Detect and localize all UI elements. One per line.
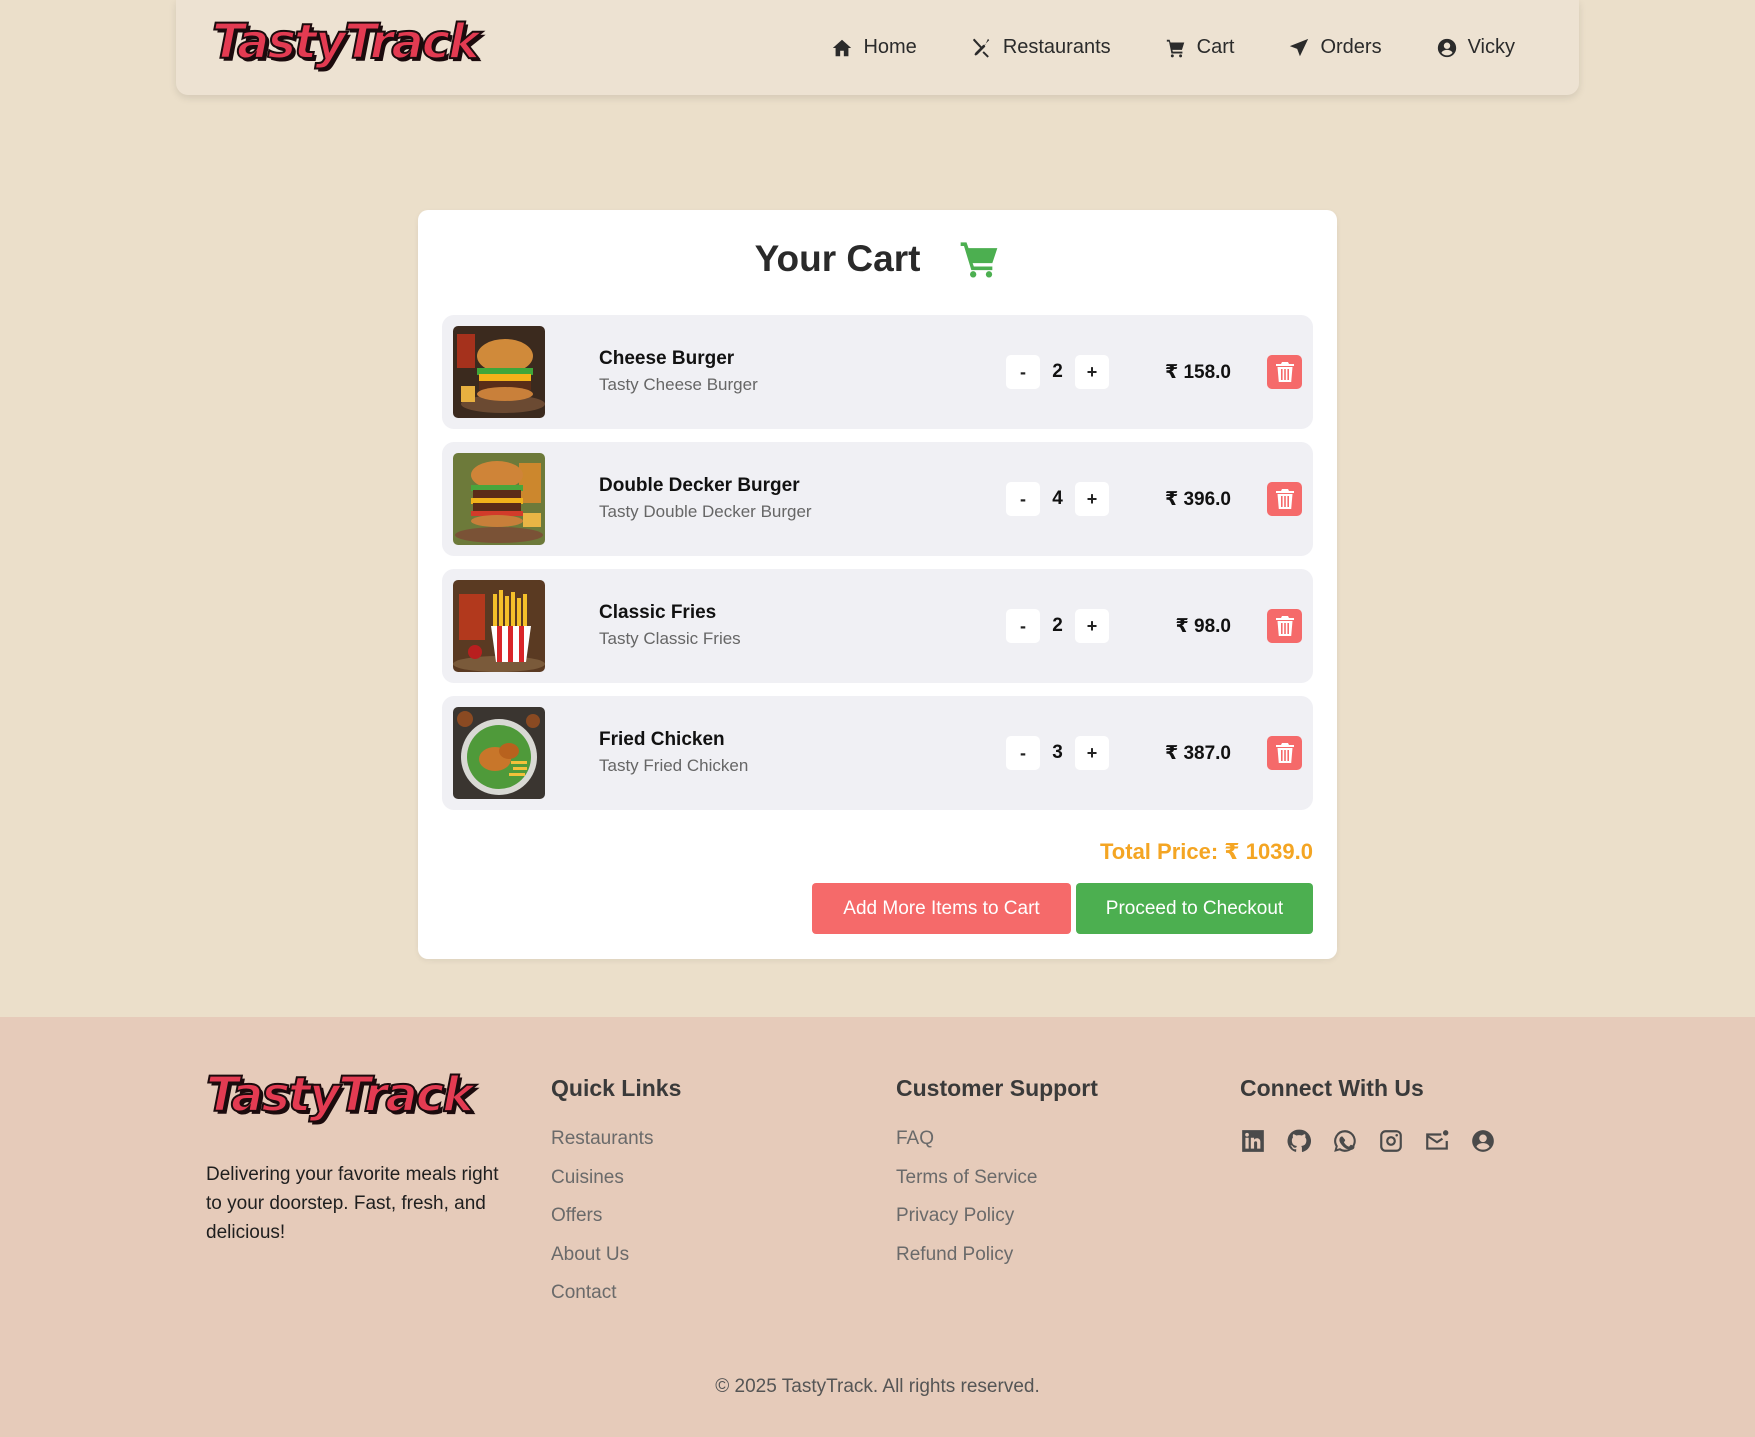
footer-link-terms[interactable]: Terms of Service — [896, 1167, 1098, 1206]
footer-tagline: Delivering your favorite meals right to … — [206, 1164, 499, 1243]
classic-fries-image — [453, 580, 545, 672]
trash-icon — [1275, 743, 1294, 763]
nav-item-profile[interactable]: Vicky — [1436, 36, 1515, 59]
paper-plane-icon — [1290, 38, 1309, 56]
trash-icon — [1275, 489, 1294, 509]
item-price: ₹ 98.0 — [1175, 615, 1231, 637]
decrease-quantity-button[interactable]: - — [1006, 609, 1040, 643]
item-name: Cheese Burger — [599, 348, 735, 369]
footer-link-cuisines[interactable]: Cuisines — [551, 1167, 681, 1206]
footer-link-faq[interactable]: FAQ — [896, 1128, 1098, 1167]
add-more-items-button[interactable]: Add More Items to Cart — [812, 883, 1071, 934]
cart-icon — [1166, 39, 1184, 57]
fried-chicken-image — [453, 707, 545, 799]
footer-link-offers[interactable]: Offers — [551, 1205, 681, 1244]
nav-item-label: Cart — [1196, 36, 1235, 58]
section-heading: Quick Links — [551, 1075, 682, 1101]
nav-item-label: Vicky — [1467, 36, 1515, 58]
delete-item-button[interactable] — [1267, 736, 1302, 770]
nav-item-orders[interactable]: Orders — [1288, 36, 1382, 59]
increase-quantity-button[interactable]: + — [1075, 609, 1109, 643]
quantity-value: 2 — [1052, 361, 1063, 382]
cart-item: Double Decker Burger Tasty Double Decker… — [442, 442, 1313, 556]
increase-quantity-button[interactable]: + — [1075, 355, 1109, 389]
item-price: ₹ 158.0 — [1164, 361, 1231, 383]
user-circle-icon — [1437, 38, 1456, 57]
customer-support-section: Customer Support FAQ Terms of Service Pr… — [896, 1075, 1098, 1282]
footer-link-restaurants[interactable]: Restaurants — [551, 1128, 681, 1167]
item-description: Tasty Cheese Burger — [599, 375, 758, 394]
top-navbar: TastyTrack Home Restaurants Cart Orders … — [176, 0, 1579, 95]
cart-item: Cheese Burger Tasty Cheese Burger - 2 + … — [442, 315, 1313, 429]
increase-quantity-button[interactable]: + — [1075, 736, 1109, 770]
footer-brand-logo[interactable]: TastyTrack — [205, 1066, 475, 1124]
cheese-burger-image — [453, 326, 545, 418]
instagram-icon[interactable] — [1378, 1128, 1404, 1154]
page-title: Your Cart — [754, 238, 921, 279]
whatsapp-icon[interactable] — [1332, 1128, 1358, 1154]
quantity-value: 3 — [1052, 742, 1063, 763]
linkedin-icon[interactable] — [1240, 1128, 1266, 1154]
email-icon[interactable] — [1424, 1128, 1450, 1154]
cart-card: Your Cart Cheese Burger Tasty Cheese Bur… — [418, 210, 1337, 959]
quantity-value: 2 — [1052, 615, 1063, 636]
connect-section: Connect With Us — [1240, 1075, 1496, 1154]
cart-item: Classic Fries Tasty Classic Fries - 2 + … — [442, 569, 1313, 683]
decrease-quantity-button[interactable]: - — [1006, 482, 1040, 516]
item-price: ₹ 387.0 — [1164, 742, 1231, 764]
nav-links: Home Restaurants Cart Orders Vicky — [831, 0, 1515, 95]
nav-item-cart[interactable]: Cart — [1165, 36, 1235, 59]
item-name: Fried Chicken — [599, 729, 725, 750]
proceed-to-checkout-button[interactable]: Proceed to Checkout — [1076, 883, 1313, 934]
delete-item-button[interactable] — [1267, 482, 1302, 516]
footer: TastyTrack Delivering your favorite meal… — [0, 1017, 1755, 1437]
section-heading: Connect With Us — [1240, 1075, 1424, 1101]
delete-item-button[interactable] — [1267, 355, 1302, 389]
decrease-quantity-button[interactable]: - — [1006, 355, 1040, 389]
user-circle-icon[interactable] — [1470, 1128, 1496, 1154]
item-price: ₹ 396.0 — [1164, 488, 1231, 510]
item-description: Tasty Fried Chicken — [599, 756, 749, 775]
cart-item: Fried Chicken Tasty Fried Chicken - 3 + … — [442, 696, 1313, 810]
nav-item-label: Home — [863, 36, 917, 58]
home-icon — [833, 39, 852, 56]
section-heading: Customer Support — [896, 1075, 1098, 1101]
cart-icon — [961, 242, 998, 278]
item-description: Tasty Classic Fries — [599, 629, 741, 648]
cart-header: Your Cart — [418, 238, 1337, 280]
trash-icon — [1275, 362, 1294, 382]
total-price: Total Price: ₹ 1039.0 — [1100, 839, 1313, 864]
item-description: Tasty Double Decker Burger — [599, 502, 812, 521]
social-links — [1240, 1128, 1496, 1154]
nav-item-label: Orders — [1320, 36, 1382, 58]
quantity-value: 4 — [1052, 488, 1063, 509]
increase-quantity-button[interactable]: + — [1075, 482, 1109, 516]
footer-link-privacy[interactable]: Privacy Policy — [896, 1205, 1098, 1244]
decrease-quantity-button[interactable]: - — [1006, 736, 1040, 770]
nav-item-home[interactable]: Home — [831, 36, 917, 59]
item-name: Classic Fries — [599, 602, 717, 623]
quick-links-section: Quick Links Restaurants Cuisines Offers … — [551, 1075, 681, 1321]
brand-logo[interactable]: TastyTrack — [211, 13, 481, 71]
utensils-icon — [972, 38, 990, 58]
footer-link-about-us[interactable]: About Us — [551, 1244, 681, 1283]
footer-link-contact[interactable]: Contact — [551, 1282, 681, 1321]
delete-item-button[interactable] — [1267, 609, 1302, 643]
github-icon[interactable] — [1286, 1128, 1312, 1154]
item-name: Double Decker Burger — [599, 475, 800, 496]
footer-link-refund[interactable]: Refund Policy — [896, 1244, 1098, 1283]
double-decker-burger-image — [453, 453, 545, 545]
nav-item-restaurants[interactable]: Restaurants — [971, 36, 1111, 59]
trash-icon — [1275, 616, 1294, 636]
copyright-text: © 2025 TastyTrack. All rights reserved. — [715, 1376, 1040, 1397]
nav-item-label: Restaurants — [1002, 36, 1111, 58]
